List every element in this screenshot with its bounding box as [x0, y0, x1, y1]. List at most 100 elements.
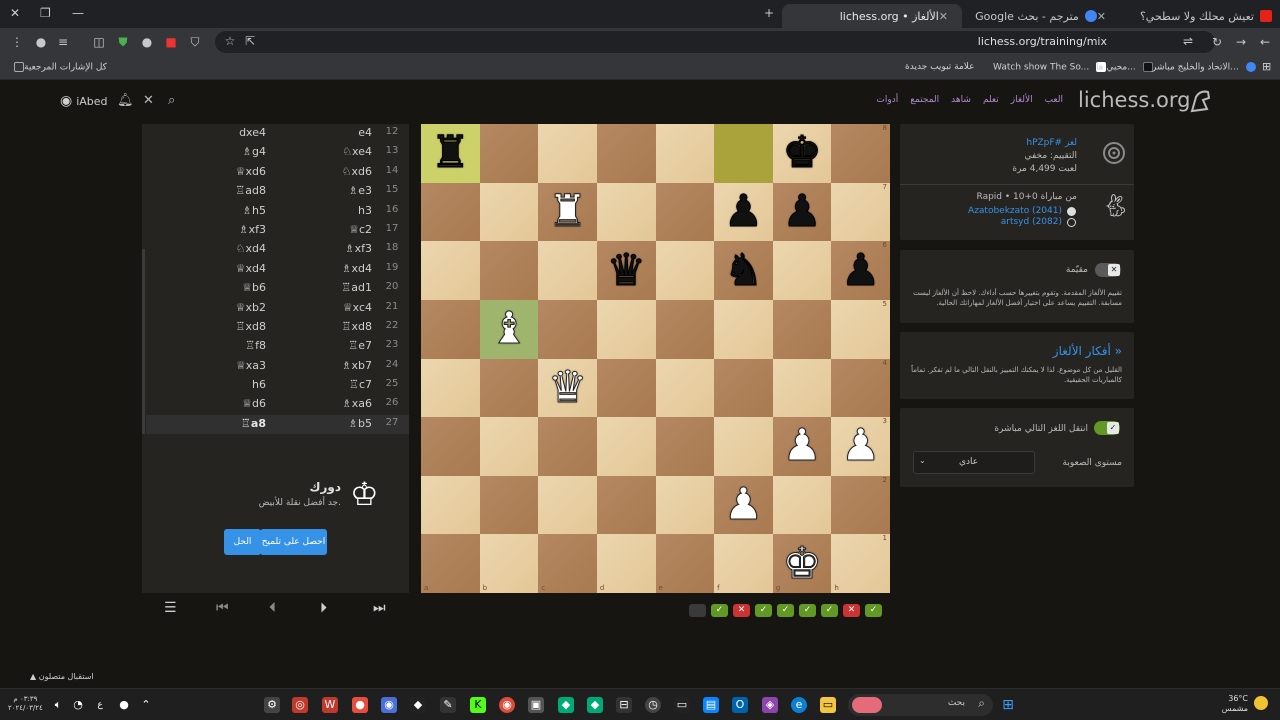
- bookmark-new-tab[interactable]: علامة تبويب جديدة: [905, 62, 975, 72]
- result-solved-icon[interactable]: ✓: [821, 604, 838, 617]
- white-pawn-icon[interactable]: ♟: [782, 423, 822, 468]
- bookmark-fans[interactable]: محبي ها...: [1096, 62, 1153, 73]
- square-f3[interactable]: [714, 417, 773, 476]
- bookmark-ittihad[interactable]: الاتحاد والخليج مباشر...: [1152, 62, 1256, 73]
- square-b6[interactable]: [479, 241, 539, 300]
- square-g2[interactable]: [772, 475, 832, 535]
- square-c8[interactable]: [538, 124, 597, 183]
- result-solved-icon[interactable]: ✓: [755, 604, 772, 617]
- white-pawn-icon[interactable]: ♟: [840, 423, 880, 468]
- chrome-icon[interactable]: ◉: [499, 697, 515, 713]
- move-white[interactable]: ♗b5: [296, 417, 372, 430]
- square-a1[interactable]: a: [421, 534, 480, 593]
- reload-icon[interactable]: ↻: [1210, 35, 1224, 49]
- chess-board[interactable]: ♜ ♚ 8 ♜ ♟ ♟ 7 ♛ ♞ ♟ 6 ♝ 5 ♛ 4 ♟ ♟ 3 ♟ 2 a b c d e f ♚ g h 1: [421, 124, 890, 593]
- square-e3[interactable]: [655, 417, 715, 476]
- square-c1[interactable]: c: [538, 534, 597, 593]
- square-b2[interactable]: [479, 475, 539, 535]
- themes-title-link[interactable]: « أفكار الألغاز: [1053, 344, 1122, 358]
- square-d6[interactable]: ♛: [596, 241, 656, 300]
- tools-icon[interactable]: ✕: [143, 93, 154, 108]
- move-black[interactable]: ♖a8: [206, 417, 266, 430]
- square-e7[interactable]: [655, 182, 715, 242]
- app-icon[interactable]: ◷: [645, 697, 661, 713]
- user-menu[interactable]: ◉ iAbed: [60, 93, 108, 109]
- weather-widget[interactable]: 36°C مشمس: [1220, 694, 1248, 714]
- search-icon[interactable]: ⌕: [168, 93, 175, 108]
- app-icon[interactable]: ✎: [440, 697, 456, 713]
- minimize-window-icon[interactable]: —: [72, 6, 84, 20]
- square-c3[interactable]: [538, 417, 597, 476]
- white-rook-icon[interactable]: ♜: [547, 189, 587, 234]
- wifi-icon[interactable]: ◔: [70, 697, 86, 713]
- all-bookmarks[interactable]: كل الإشارات المرجعية: [10, 62, 107, 73]
- black-queen-icon[interactable]: ♛: [606, 248, 646, 293]
- menu-dots-icon[interactable]: ⋮: [10, 35, 24, 49]
- square-a7[interactable]: [421, 182, 480, 242]
- square-h2[interactable]: 2: [831, 475, 890, 535]
- white-bishop-icon[interactable]: ♝: [489, 306, 529, 351]
- next-move-icon[interactable]: ⏵: [320, 600, 327, 616]
- move-white[interactable]: ♖xd8: [296, 320, 372, 333]
- new-tab-icon[interactable]: +: [764, 6, 774, 20]
- square-g1[interactable]: ♚ g: [772, 534, 832, 593]
- square-d3[interactable]: [596, 417, 656, 476]
- square-b8[interactable]: [479, 124, 539, 183]
- square-d2[interactable]: [596, 475, 656, 535]
- back-icon[interactable]: ←: [1258, 35, 1272, 49]
- app-icon[interactable]: ◆: [587, 697, 603, 713]
- difficulty-select[interactable]: ⌄ عادي: [913, 451, 1035, 474]
- move-black[interactable]: ♖ad8: [206, 184, 266, 197]
- tab-google-translate[interactable]: ✕ مترجم - بحث Google: [960, 4, 1120, 28]
- move-white[interactable]: h3: [296, 204, 372, 217]
- move-white[interactable]: ♗e3: [296, 184, 372, 197]
- black-knight-icon[interactable]: ♞: [723, 248, 763, 293]
- tray-chevron-icon[interactable]: ⌃: [138, 697, 154, 713]
- square-a3[interactable]: [421, 417, 480, 476]
- square-f6[interactable]: ♞: [714, 241, 773, 300]
- tab-lichess-puzzles[interactable]: ✕ الألغاز • lichess.org: [782, 4, 962, 28]
- square-d4[interactable]: [596, 358, 656, 418]
- shield-icon[interactable]: ⛊: [116, 35, 130, 50]
- language-indicator[interactable]: ع: [92, 697, 108, 713]
- square-h4[interactable]: 4: [831, 358, 890, 418]
- settings-gear-icon[interactable]: ⚙: [264, 697, 280, 713]
- black-pawn-icon[interactable]: ♟: [782, 189, 822, 234]
- result-solved-icon[interactable]: ✓: [865, 604, 882, 617]
- white-queen-icon[interactable]: ♛: [547, 365, 587, 410]
- apps-grid-icon[interactable]: ⊞: [1262, 60, 1271, 73]
- square-h3[interactable]: ♟ 3: [831, 417, 890, 476]
- volume-icon[interactable]: 🔈︎: [50, 697, 66, 713]
- square-g8[interactable]: ♚: [772, 124, 832, 183]
- move-white[interactable]: ♖ad1: [296, 281, 372, 294]
- square-g7[interactable]: ♟: [772, 182, 832, 242]
- square-c7[interactable]: ♜: [538, 182, 597, 242]
- square-a2[interactable]: [421, 475, 480, 535]
- square-c5[interactable]: [538, 299, 597, 359]
- app-icon[interactable]: ▣: [528, 697, 544, 713]
- move-white[interactable]: ♗xf3: [296, 242, 372, 255]
- move-white[interactable]: ♖e7: [296, 339, 372, 352]
- edge-icon[interactable]: e: [791, 697, 807, 713]
- square-a5[interactable]: [421, 299, 480, 359]
- file-explorer-icon[interactable]: ▭: [820, 697, 836, 713]
- move-black[interactable]: ♕b6: [206, 281, 266, 294]
- square-f8[interactable]: [714, 124, 773, 183]
- windows-start-icon[interactable]: ⊞: [1000, 697, 1016, 713]
- square-g5[interactable]: [772, 299, 832, 359]
- square-h5[interactable]: 5: [831, 299, 890, 359]
- close-tab-icon[interactable]: ✕: [939, 10, 948, 23]
- player-black-link[interactable]: artsyd (2082): [1001, 217, 1062, 227]
- move-black[interactable]: h6: [206, 378, 266, 391]
- move-white[interactable]: ♘xd6: [296, 165, 372, 178]
- square-h7[interactable]: 7: [831, 182, 890, 242]
- moves-scrollbar[interactable]: [142, 249, 145, 434]
- square-b1[interactable]: b: [479, 534, 539, 593]
- square-c6[interactable]: [538, 241, 597, 300]
- lichess-horse-icon[interactable]: [1186, 87, 1214, 115]
- profile-icon[interactable]: ●: [34, 35, 48, 49]
- rated-toggle[interactable]: ✕: [1095, 263, 1121, 277]
- puzzle-id-link[interactable]: لغز #hPZpF: [1026, 138, 1077, 148]
- move-white[interactable]: ♗xa6: [296, 397, 372, 410]
- game-source-link[interactable]: من مباراة Rapid • 10+0: [977, 192, 1077, 202]
